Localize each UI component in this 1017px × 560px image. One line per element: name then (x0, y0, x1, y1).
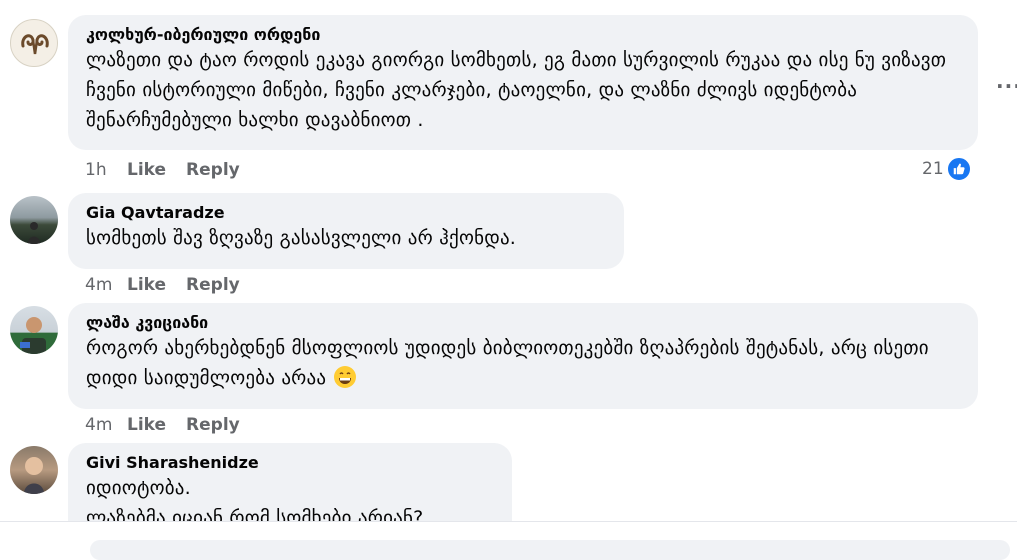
more-options-icon[interactable]: ··· (996, 74, 1017, 98)
comment-author[interactable]: კოლხურ-იბერიული ორდენი (86, 25, 962, 45)
reaction-summary[interactable]: 21 (922, 156, 972, 182)
comment-time[interactable]: 4m (85, 275, 112, 295)
ram-horns-logo-icon (21, 34, 49, 55)
reply-button[interactable]: Reply (186, 415, 240, 435)
reply-button[interactable]: Reply (186, 275, 240, 295)
comment-bubble: კოლხურ-იბერიული ორდენი ლაზეთი და ტაო როდ… (68, 15, 978, 150)
comment-time[interactable]: 1h (85, 160, 107, 180)
like-button[interactable]: Like (127, 275, 166, 295)
avatar[interactable] (10, 306, 58, 354)
comment-bubble: Gia Qavtaradze სომხეთს შავ ზღვაზე გასასვ… (68, 193, 624, 269)
like-button[interactable]: Like (127, 160, 166, 180)
thumbs-up-icon (945, 156, 972, 182)
reply-button[interactable]: Reply (186, 160, 240, 180)
comment-text: ლაზეთი და ტაო როდის ეკავა გიორგი სომხეთს… (86, 49, 947, 131)
grinning-face-emoji (334, 366, 357, 388)
reaction-count: 21 (922, 159, 944, 179)
comment-actions: 1h Like Reply (85, 160, 240, 180)
comment-author[interactable]: Gia Qavtaradze (86, 203, 608, 223)
person-photo-icon (20, 317, 46, 354)
comment-actions: 4m Like Reply (85, 275, 240, 295)
comment-time[interactable]: 4m (85, 415, 112, 435)
avatar[interactable] (10, 19, 58, 67)
comment-bubble: ლაშა კვიციანი როგორ ახერხებდნენ მსოფლიოს… (68, 303, 978, 409)
composer-area (0, 521, 1017, 560)
like-button[interactable]: Like (127, 415, 166, 435)
avatar[interactable] (10, 196, 58, 244)
comment-text: როგორ ახერხებდნენ მსოფლიოს უდიდეს ბიბლიო… (86, 337, 929, 389)
person-silhouette-icon (28, 222, 40, 244)
comment-actions: 4m Like Reply (85, 415, 240, 435)
comment-text: იდიოტობა. (86, 477, 191, 499)
comment-text-wrap: როგორ ახერხებდნენ მსოფლიოს უდიდეს ბიბლიო… (86, 333, 962, 393)
comment-composer-input[interactable] (90, 540, 1010, 560)
comment-author[interactable]: ლაშა კვიციანი (86, 313, 962, 333)
person-photo-icon (24, 457, 44, 494)
comment-text: სომხეთს შავ ზღვაზე გასასვლელი არ ჰქონდა. (86, 227, 517, 249)
avatar[interactable] (10, 446, 58, 494)
comment-author[interactable]: Givi Sharashenidze (86, 453, 496, 473)
